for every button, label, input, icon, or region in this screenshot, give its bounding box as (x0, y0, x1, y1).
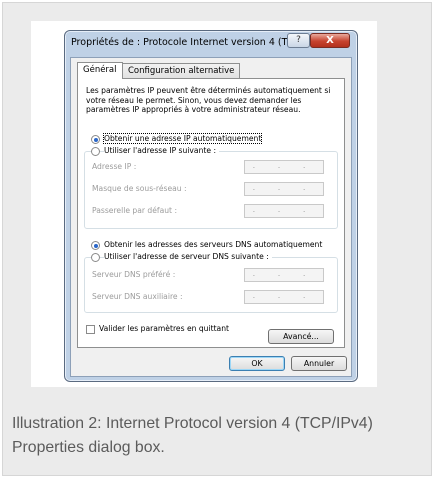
ip-auto-label[interactable]: Obtenir une adresse IP automatiquement (102, 133, 263, 144)
ip-manual-label[interactable]: Utiliser l'adresse IP suivante : (104, 146, 220, 155)
ok-button[interactable]: OK (229, 356, 285, 371)
tcpip-properties-dialog: Propriétés de : Protocole Internet versi… (64, 30, 358, 382)
dns-manual-label[interactable]: Utiliser l'adresse de serveur DNS suivan… (104, 252, 272, 261)
illustration-caption: Illustration 2: Internet Protocol versio… (12, 415, 373, 456)
subnet-mask-label: Masque de sous-réseau : (92, 184, 187, 193)
ip-address-field[interactable]: . . . (244, 160, 324, 174)
dns-auto-label[interactable]: Obtenir les adresses des serveurs DNS au… (104, 240, 322, 249)
help-button[interactable]: ? (287, 33, 310, 48)
general-tab-panel: Les paramètres IP peuvent être déterminé… (77, 78, 345, 348)
tab-general[interactable]: Général (77, 62, 123, 79)
subnet-mask-field[interactable]: . . . (244, 182, 324, 196)
title-bar[interactable]: Propriétés de : Protocole Internet versi… (65, 31, 357, 57)
cancel-button[interactable]: Annuler (291, 356, 347, 371)
validate-on-exit-label[interactable]: Valider les paramètres en quittant (99, 324, 229, 333)
preferred-dns-field[interactable]: . . . (244, 268, 324, 282)
preferred-dns-label: Serveur DNS préféré : (92, 270, 176, 279)
default-gateway-label: Passerelle par défaut : (92, 206, 177, 215)
intro-text: Les paramètres IP peuvent être déterminé… (86, 86, 331, 115)
ip-auto-radio[interactable] (91, 135, 100, 144)
dns-manual-radio[interactable] (91, 253, 100, 262)
alternate-dns-label: Serveur DNS auxiliaire : (92, 292, 183, 301)
ip-manual-radio[interactable] (91, 147, 100, 156)
advanced-button[interactable]: Avancé... (268, 329, 334, 344)
default-gateway-field[interactable]: . . . (244, 204, 324, 218)
dialog-client-area: Général Configuration alternative Les pa… (70, 57, 352, 377)
validate-on-exit-checkbox[interactable] (86, 325, 95, 334)
alternate-dns-field[interactable]: . . . (244, 290, 324, 304)
ip-address-label: Adresse IP : (92, 162, 137, 171)
close-button[interactable]: X (310, 33, 350, 48)
dns-manual-group (84, 257, 338, 313)
tab-alternate-configuration[interactable]: Configuration alternative (122, 63, 241, 79)
dns-auto-radio[interactable] (91, 241, 100, 250)
